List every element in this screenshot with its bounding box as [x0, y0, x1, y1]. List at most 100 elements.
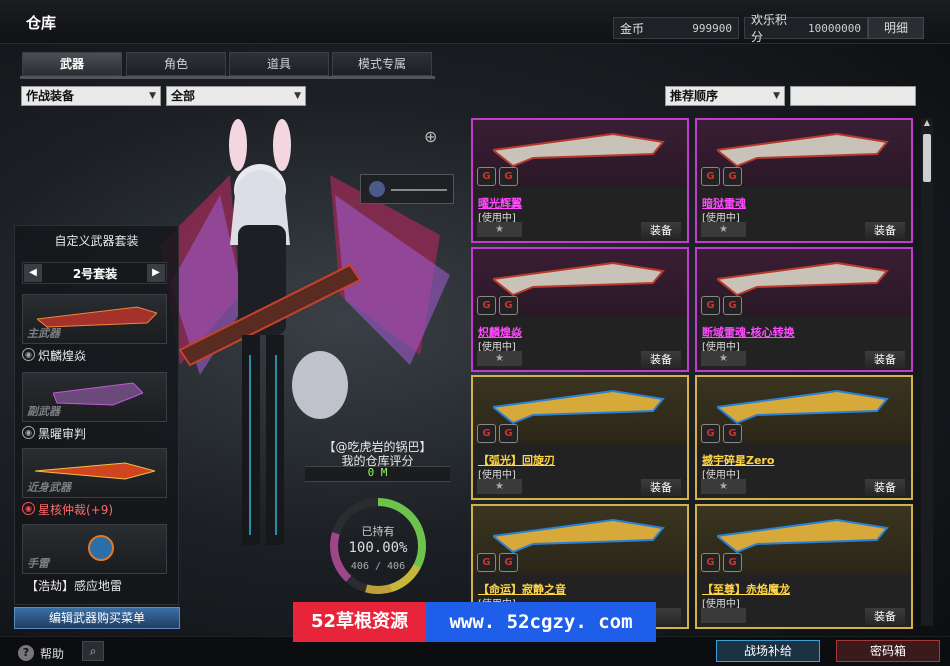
favorite-star-icon[interactable]: ★: [477, 479, 522, 494]
item-badges: GG: [477, 424, 518, 443]
chevron-down-icon: ▼: [773, 91, 780, 101]
points-label: 欢乐积分: [751, 13, 788, 44]
slot-weapon-name: 【浩劫】感应地雷: [26, 579, 123, 593]
weapon-image: [493, 261, 665, 297]
tab-underline: [20, 76, 435, 79]
weapon-image: [493, 132, 665, 168]
weapon-image: [717, 518, 889, 554]
item-card[interactable]: G G 【弧光】回旋刃 [使用中] ★ 装备: [471, 375, 689, 500]
tab-mode-exclusive[interactable]: 模式专属: [332, 52, 432, 76]
watermark-right: www. 52cgzy. com: [426, 602, 656, 642]
suit-name: 2号套装: [72, 267, 118, 281]
scrollbar-thumb[interactable]: [923, 134, 931, 182]
badge-icon: G: [723, 296, 742, 315]
ownership-label: 已持有: [361, 525, 395, 538]
search-icon[interactable]: ⌕: [82, 641, 104, 661]
weapon-image: [717, 261, 889, 297]
battle-supply-button[interactable]: 战场补给: [716, 640, 820, 662]
favorite-star-icon[interactable]: ★: [701, 479, 746, 494]
help-label[interactable]: 帮助: [40, 645, 64, 662]
custom-suit-title: 自定义武器套装: [54, 234, 139, 248]
password-box-button[interactable]: 密码箱: [836, 640, 940, 662]
equip-button[interactable]: 装备: [865, 351, 905, 368]
favorite-star-icon[interactable]: ★: [701, 351, 746, 366]
tab-weapons[interactable]: 武器: [22, 52, 122, 76]
sort-dropdown-value: 推荐顺序: [670, 89, 719, 103]
item-card[interactable]: G G 炽麟煌焱 [使用中] ★ 装备: [471, 247, 689, 372]
badge-icon: G: [499, 296, 518, 315]
badge-icon: G: [701, 424, 720, 443]
secondary-weapon-icon: [53, 382, 143, 406]
score-value: 0 M: [367, 466, 388, 479]
item-scrollbar[interactable]: [921, 118, 933, 626]
weapon-image: [493, 389, 665, 425]
slot-melee[interactable]: 近身武器: [22, 448, 167, 498]
item-badges: GG: [701, 424, 742, 443]
detail-button[interactable]: 明细: [868, 17, 924, 39]
type-dropdown[interactable]: 作战装备 ▼: [21, 86, 161, 106]
slot-type: 近身武器: [27, 481, 71, 494]
badge-icon: G: [701, 553, 720, 572]
favorite-star-icon[interactable]: ★: [701, 222, 746, 237]
chevron-down-icon: ▼: [294, 91, 301, 101]
category-dropdown-value: 全部: [171, 89, 196, 103]
badge-icon: G: [701, 167, 720, 186]
search-input[interactable]: [790, 86, 916, 106]
gear-icon: ◉: [22, 502, 35, 515]
favorite-star-icon[interactable]: [701, 608, 746, 623]
rotate-icon[interactable]: ⊕: [424, 127, 437, 146]
badge-icon: G: [477, 296, 496, 315]
type-dropdown-value: 作战装备: [26, 89, 75, 103]
equip-button[interactable]: 装备: [865, 479, 905, 496]
slot-type: 手雷: [27, 557, 49, 570]
tab-items[interactable]: 道具: [229, 52, 329, 76]
equip-button[interactable]: 装备: [865, 608, 905, 625]
chevron-down-icon: ▼: [149, 91, 156, 101]
watermark-left: 52草根资源: [293, 602, 426, 642]
item-card[interactable]: G G 断域雷魂-核心转换 [使用中] ★ 装备: [695, 247, 913, 372]
gold-balance: 金币 999900: [613, 17, 739, 39]
category-dropdown[interactable]: 全部 ▼: [166, 86, 306, 106]
edit-purchase-menu-button[interactable]: 编辑武器购买菜单: [14, 607, 180, 629]
weapon-image: [717, 132, 889, 168]
item-card[interactable]: G G 暗狱雷魂 [使用中] ★ 装备: [695, 118, 913, 243]
item-badges: GG: [701, 553, 742, 572]
item-badges: GG: [701, 296, 742, 315]
favorite-star-icon[interactable]: ★: [477, 351, 522, 366]
sort-dropdown[interactable]: 推荐顺序 ▼: [665, 86, 785, 106]
favorite-star-icon[interactable]: ★: [477, 222, 522, 237]
equip-button[interactable]: 装备: [641, 222, 681, 239]
badge-icon: G: [723, 553, 742, 572]
view-slider[interactable]: [391, 189, 447, 191]
item-badges: GG: [701, 167, 742, 186]
equip-button[interactable]: 装备: [865, 222, 905, 239]
slot-primary[interactable]: 主武器: [22, 294, 167, 344]
weapon-image: [493, 518, 665, 554]
ownership-percent: 100.00%: [348, 540, 408, 556]
scroll-up-icon[interactable]: ▲: [921, 118, 933, 130]
badge-icon: G: [701, 296, 720, 315]
badge-icon: G: [477, 167, 496, 186]
gold-value: 999900: [692, 21, 732, 35]
item-badges: GG: [477, 167, 518, 186]
slot-weapon-name: 炽麟煌焱: [38, 349, 87, 363]
badge-icon: G: [499, 424, 518, 443]
item-card[interactable]: G G 【至尊】赤焰魔龙 [使用中] 装备: [695, 504, 913, 629]
view-icon: [369, 181, 385, 197]
item-card[interactable]: G G 撼宇碎星Zero [使用中] ★ 装备: [695, 375, 913, 500]
item-card[interactable]: G G 曜光辉翼 [使用中] ★ 装备: [471, 118, 689, 243]
gear-icon: ◉: [22, 426, 35, 439]
equip-button[interactable]: 装备: [641, 479, 681, 496]
equip-button[interactable]: 装备: [641, 351, 681, 368]
item-badges: GG: [477, 296, 518, 315]
tab-characters[interactable]: 角色: [126, 52, 226, 76]
points-balance: 欢乐积分 10000000: [744, 13, 868, 44]
weapon-image: [717, 389, 889, 425]
badge-icon: G: [499, 553, 518, 572]
grenade-icon: [88, 535, 114, 561]
slot-grenade[interactable]: 手雷: [22, 524, 167, 574]
badge-icon: G: [723, 424, 742, 443]
badge-icon: G: [477, 553, 496, 572]
slot-secondary[interactable]: 副武器: [22, 372, 167, 422]
help-icon[interactable]: ?: [18, 645, 34, 661]
